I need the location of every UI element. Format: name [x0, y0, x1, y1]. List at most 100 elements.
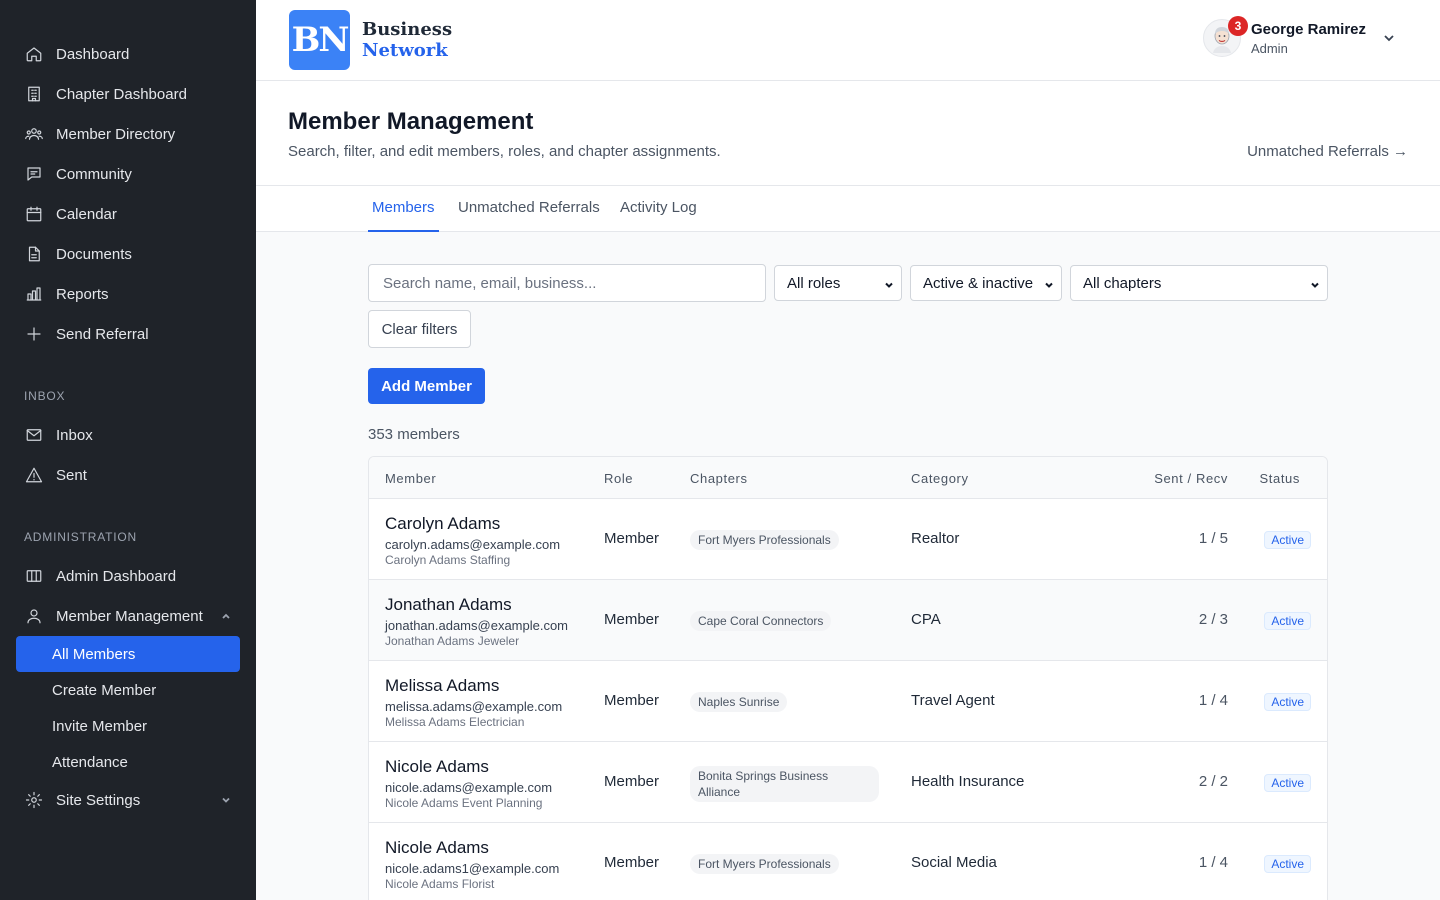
- member-name: Carolyn Adams: [385, 514, 501, 533]
- sent-recv-count: 2 / 3: [1198, 611, 1228, 628]
- member-category: Social Media: [911, 854, 997, 871]
- logo[interactable]: BN Business Network: [289, 10, 452, 70]
- tab-members[interactable]: Members: [368, 186, 439, 232]
- sidebar-item-label: Member Directory: [56, 125, 176, 143]
- chevron-down-icon: [1043, 278, 1055, 290]
- unmatched-referrals-link[interactable]: Unmatched Referrals →: [1247, 143, 1408, 160]
- top-bar: BN Business Network 3 George Ramirez Adm…: [256, 0, 1440, 81]
- column-header-status: Status: [1259, 471, 1300, 486]
- sidebar-item-chapter-dashboard[interactable]: Chapter Dashboard: [0, 74, 256, 114]
- sidebar-item-site-settings[interactable]: Site Settings: [0, 780, 256, 820]
- calendar-icon: [24, 204, 44, 224]
- sidebar-item-inbox[interactable]: Inbox: [0, 415, 256, 455]
- member-category: Health Insurance: [911, 773, 1025, 790]
- sent-recv-count: 1 / 4: [1198, 854, 1228, 871]
- member-count: 353 members: [368, 426, 460, 443]
- table-row[interactable]: Jonathan Adams jonathan.adams@example.co…: [369, 580, 1327, 661]
- column-header-role: Role: [604, 471, 634, 486]
- chapter-select[interactable]: All chapters: [1070, 265, 1328, 301]
- columns-icon: [24, 566, 44, 586]
- sidebar-item-dashboard[interactable]: Dashboard: [0, 34, 256, 74]
- status-badge: Active: [1264, 693, 1311, 711]
- sidebar-item-label: Reports: [56, 285, 109, 303]
- status-badge: Active: [1264, 855, 1311, 873]
- member-email: jonathan.adams@example.com: [385, 618, 569, 633]
- chapter-pill: Bonita Springs Business Alliance: [690, 766, 879, 802]
- role-select[interactable]: All roles: [774, 265, 902, 301]
- sidebar-item-label: Member Management: [56, 607, 203, 625]
- document-icon: [24, 244, 44, 264]
- gear-icon: [24, 790, 44, 810]
- page-title: Member Management: [288, 108, 534, 135]
- sidebar-item-documents[interactable]: Documents: [0, 234, 256, 274]
- tab-activity-log[interactable]: Activity Log: [620, 186, 697, 232]
- sidebar-item-member-management[interactable]: Member Management: [0, 596, 256, 636]
- table-row[interactable]: Carolyn Adams carolyn.adams@example.com …: [369, 499, 1327, 580]
- member-category: CPA: [911, 611, 941, 628]
- members-table: Member Role Chapters Category Sent / Rec…: [368, 456, 1328, 900]
- member-email: nicole.adams@example.com: [385, 780, 553, 795]
- status-select[interactable]: Active & inactive: [910, 265, 1062, 301]
- inbox-section-heading: INBOX: [24, 389, 66, 403]
- sidebar-item-label: Inbox: [56, 426, 93, 444]
- member-business: Carolyn Adams Staffing: [385, 553, 511, 567]
- member-category: Realtor: [911, 530, 960, 547]
- sidebar-item-admin-dashboard[interactable]: Admin Dashboard: [0, 556, 256, 596]
- sidebar-item-member-directory[interactable]: Member Directory: [0, 114, 256, 154]
- logo-line-2: Network: [362, 40, 448, 61]
- member-role: Member: [604, 611, 660, 628]
- user-info: George Ramirez Admin: [1251, 21, 1366, 56]
- sidebar-item-reports[interactable]: Reports: [0, 274, 256, 314]
- sidebar-item-calendar[interactable]: Calendar: [0, 194, 256, 234]
- sidebar-subitem-create-member[interactable]: Create Member: [16, 672, 240, 708]
- member-name: Nicole Adams: [385, 757, 489, 776]
- mail-icon: [24, 425, 44, 445]
- status-badge: Active: [1264, 612, 1311, 630]
- sidebar-item-community[interactable]: Community: [0, 154, 256, 194]
- column-header-member: Member: [385, 471, 437, 486]
- sidebar-item-sent[interactable]: Sent: [0, 455, 256, 495]
- user-role: Admin: [1250, 40, 1288, 56]
- table-row[interactable]: Melissa Adams melissa.adams@example.com …: [369, 661, 1327, 742]
- sidebar-item-label: Sent: [56, 466, 87, 484]
- sidebar-subitem-attendance[interactable]: Attendance: [16, 744, 240, 780]
- chevron-down-icon: [1309, 278, 1321, 290]
- sidebar-item-label: Calendar: [56, 205, 117, 223]
- sent-recv-count: 2 / 2: [1198, 773, 1228, 790]
- search-input[interactable]: [368, 264, 766, 302]
- user-menu[interactable]: 3 George Ramirez Admin: [1202, 16, 1396, 57]
- user-name: George Ramirez: [1250, 20, 1366, 38]
- member-role: Member: [604, 773, 660, 790]
- chevron-down-icon: [1382, 31, 1396, 45]
- page-subtitle: Search, filter, and edit members, roles,…: [288, 143, 721, 160]
- member-business: Melissa Adams Electrician: [385, 715, 525, 729]
- logo-text: Business Network: [362, 19, 452, 61]
- chevron-down-icon: [220, 794, 232, 806]
- member-name: Nicole Adams: [385, 838, 489, 857]
- member-name: Jonathan Adams: [385, 595, 512, 614]
- admin-section-heading: ADMINISTRATION: [24, 530, 137, 544]
- chapter-select-value: All chapters: [1083, 274, 1162, 292]
- member-business: Jonathan Adams Jeweler: [385, 634, 520, 648]
- sidebar-item-label: Community: [56, 165, 132, 183]
- sidebar-item-label: Admin Dashboard: [56, 567, 177, 585]
- building-icon: [24, 84, 44, 104]
- member-role: Member: [604, 854, 660, 871]
- add-member-button[interactable]: Add Member: [368, 368, 485, 404]
- chapter-pill: Fort Myers Professionals: [690, 530, 839, 550]
- member-management-submenu: All Members Create Member Invite Member …: [0, 636, 256, 780]
- clear-filters-button[interactable]: Clear filters: [368, 310, 471, 348]
- role-select-value: All roles: [787, 274, 841, 292]
- table-row[interactable]: Nicole Adams nicole.adams1@example.com N…: [369, 823, 1327, 900]
- table-row[interactable]: Nicole Adams nicole.adams@example.com Ni…: [369, 742, 1327, 823]
- sidebar-item-label: Site Settings: [56, 791, 141, 809]
- sidebar-item-send-referral[interactable]: Send Referral: [0, 314, 256, 354]
- sidebar-item-label: Documents: [56, 245, 132, 263]
- home-icon: [24, 44, 44, 64]
- sidebar-subitem-all-members[interactable]: All Members: [16, 636, 240, 672]
- tab-unmatched-referrals[interactable]: Unmatched Referrals: [458, 186, 600, 232]
- sidebar-subitem-invite-member[interactable]: Invite Member: [16, 708, 240, 744]
- chat-icon: [24, 164, 44, 184]
- user-icon: [24, 606, 44, 626]
- logo-mark: BN: [289, 10, 350, 70]
